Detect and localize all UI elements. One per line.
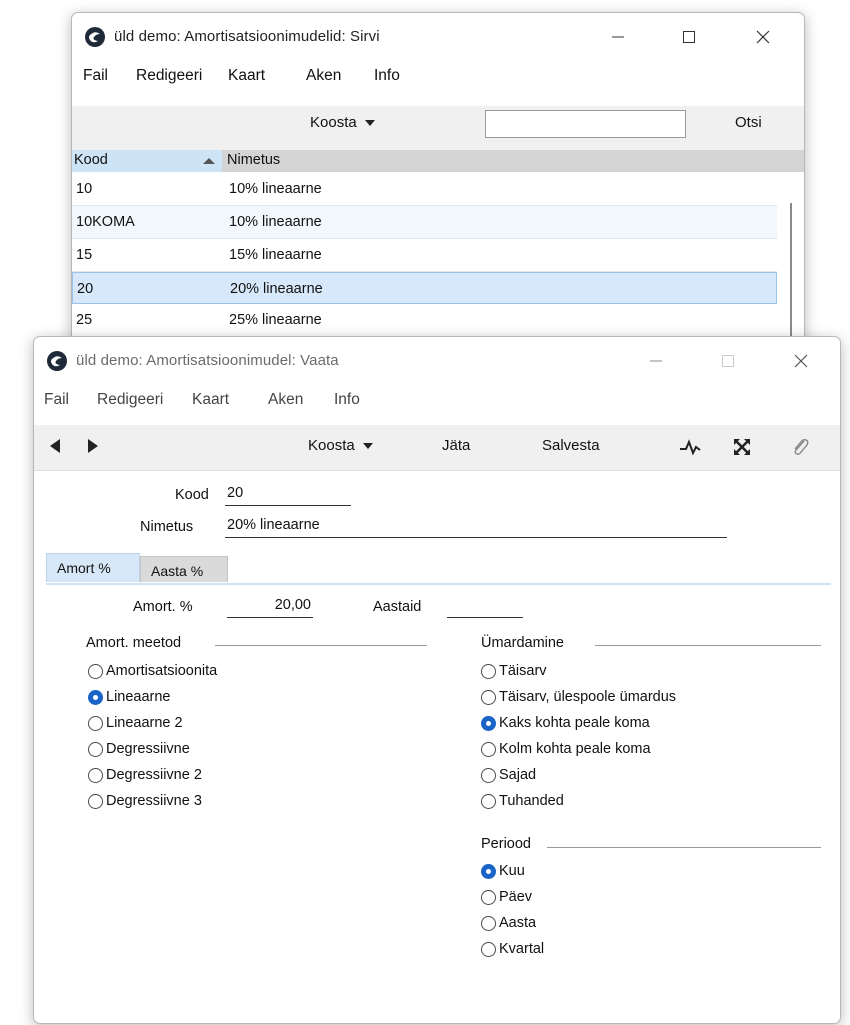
tab-bar: Amort % Aasta % [46,553,831,585]
radio-circle [481,942,496,957]
radio-circle [88,716,103,731]
vertical-scrollbar[interactable] [790,203,792,353]
close-icon[interactable] [787,347,815,375]
radio-circle [88,664,103,679]
umardamine-group-label: Ümardamine [481,635,564,651]
search-button[interactable]: Otsi [735,114,762,131]
window-title: üld demo: Amortisatsioonimudelid: Sirvi [114,28,380,45]
app-logo-icon [47,351,67,371]
table-row[interactable]: 25 25% lineaarne [72,304,777,337]
jata-button[interactable]: Jäta [442,437,470,454]
record-menubar: Fail Redigeeri Kaart Aken Info [34,385,840,415]
kood-label: Kood [175,487,209,503]
paperclip-icon[interactable] [790,436,810,458]
radio-circle [481,890,496,905]
minimize-icon[interactable] [604,23,632,51]
menu-kaart[interactable]: Kaart [228,67,265,85]
radio-circle [88,742,103,757]
radio-circle [481,664,496,679]
periood-divider [547,847,821,848]
radio-circle [481,690,496,705]
tab-aasta-percent[interactable]: Aasta % [140,556,228,582]
tab-amort-percent[interactable]: Amort % [46,553,140,582]
umardamine-divider [595,645,821,646]
row-kood: 10 [76,181,93,197]
radio-circle [481,768,496,783]
row-nimetus: 10% lineaarne [229,181,322,197]
window-title: üld demo: Amortisatsioonimudel: Vaata [76,352,339,369]
column-header: Kood Nimetus [72,150,804,172]
amort-percent-label: Amort. % [133,599,193,615]
maximize-icon[interactable] [714,347,742,375]
radio-circle [481,916,496,931]
maximize-icon[interactable] [675,23,703,51]
salvesta-button[interactable]: Salvesta [542,437,600,454]
search-input[interactable] [485,110,686,138]
activity-icon[interactable] [678,437,702,457]
row-nimetus: 25% lineaarne [229,312,322,328]
expand-icon[interactable] [732,437,752,457]
menu-aken[interactable]: Aken [306,67,341,85]
chevron-down-icon [362,443,373,450]
record-toolbar [34,425,840,471]
menu-fail[interactable]: Fail [44,391,69,409]
table-row[interactable]: 15 15% lineaarne [72,239,777,272]
browse-titlebar[interactable]: üld demo: Amortisatsioonimudelid: Sirvi [72,13,804,61]
table-row-selected[interactable]: 20 20% lineaarne [72,272,777,304]
meetod-group-label: Amort. meetod [86,635,182,651]
koosta-button[interactable]: Koosta [308,437,373,454]
next-record-icon[interactable] [88,439,98,453]
record-window[interactable]: üld demo: Amortisatsioonimudel: Vaata Fa… [33,336,841,1024]
aastaid-label: Aastaid [373,599,422,615]
row-nimetus: 15% lineaarne [229,247,322,263]
row-kood: 25 [76,312,93,328]
menu-kaart[interactable]: Kaart [192,391,229,409]
row-kood: 10KOMA [76,214,135,230]
radio-circle [481,742,496,757]
close-icon[interactable] [749,23,777,51]
chevron-down-icon [364,120,375,127]
menu-info[interactable]: Info [334,391,360,409]
row-nimetus: 20% lineaarne [230,281,323,297]
row-kood: 20 [77,281,94,297]
kood-field[interactable]: 20 [225,485,351,506]
table-row[interactable]: 10 10% lineaarne [72,173,777,206]
app-logo-icon [85,27,105,47]
column-header-kood[interactable]: Kood [72,150,222,172]
radio-circle [88,794,103,809]
aastaid-field[interactable] [447,597,523,618]
record-titlebar[interactable]: üld demo: Amortisatsioonimudel: Vaata [34,337,840,385]
menu-redigeeri[interactable]: Redigeeri [136,67,202,85]
sort-ascending-icon [203,158,215,164]
menu-redigeeri[interactable]: Redigeeri [97,391,163,409]
row-nimetus: 10% lineaarne [229,214,322,230]
column-header-nimetus[interactable]: Nimetus [227,152,280,168]
meetod-divider [215,645,427,646]
menu-fail[interactable]: Fail [83,67,108,85]
radio-circle-selected [88,690,103,705]
radio-circle-selected [481,864,496,879]
menu-aken[interactable]: Aken [268,391,303,409]
koosta-button[interactable]: Koosta [310,114,375,131]
row-kood: 15 [76,247,93,263]
browse-list: 10 10% lineaarne 10KOMA 10% lineaarne 15… [72,173,777,337]
amort-percent-field[interactable]: 20,00 [227,597,313,618]
browse-menubar: Fail Redigeeri Kaart Aken Info [72,61,804,91]
previous-record-icon[interactable] [50,439,60,453]
minimize-icon[interactable] [642,347,670,375]
menu-info[interactable]: Info [374,67,400,85]
nimetus-label: Nimetus [140,519,194,535]
radio-circle [481,794,496,809]
table-row[interactable]: 10KOMA 10% lineaarne [72,206,777,239]
radio-circle [88,768,103,783]
nimetus-field[interactable]: 20% lineaarne [225,517,727,538]
periood-group-label: Periood [481,836,531,852]
browse-window[interactable]: üld demo: Amortisatsioonimudelid: Sirvi … [71,12,805,354]
radio-circle-selected [481,716,496,731]
